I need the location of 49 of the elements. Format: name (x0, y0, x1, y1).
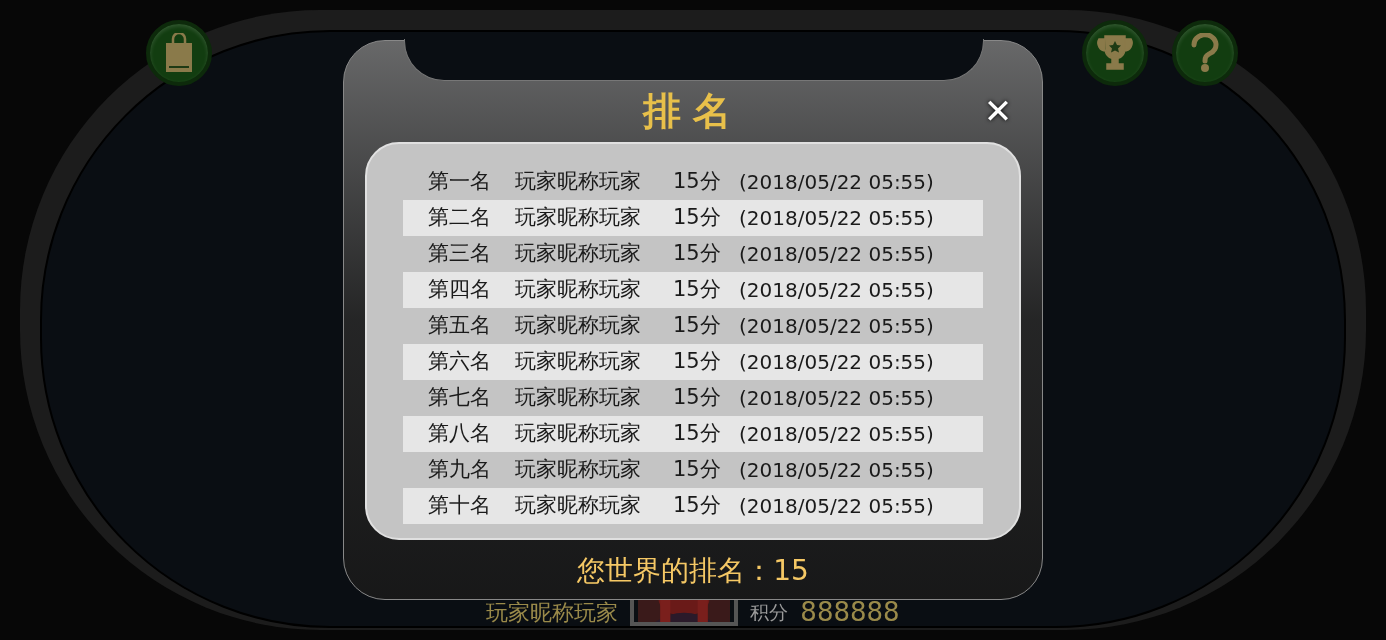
timestamp: (2018/05/22 05:55) (739, 493, 934, 520)
score-text: 15分 (673, 240, 722, 268)
rank-label: 第九名 (428, 456, 492, 484)
score-value: 888888 (800, 599, 900, 626)
rank-label: 第六名 (428, 348, 492, 376)
rank-label: 第一名 (428, 168, 492, 196)
player-name: 玩家昵称玩家 (515, 384, 642, 412)
score-text: 15分 (673, 456, 722, 484)
player-name: 玩家昵称玩家 (515, 276, 642, 304)
timestamp: (2018/05/22 05:55) (739, 241, 934, 268)
player-name: 玩家昵称玩家 (486, 599, 619, 626)
timestamp: (2018/05/22 05:55) (739, 385, 934, 412)
score-text: 15分 (673, 420, 722, 448)
player-name: 玩家昵称玩家 (515, 312, 642, 340)
timestamp: (2018/05/22 05:55) (739, 313, 934, 340)
player-name: 玩家昵称玩家 (515, 204, 642, 232)
player-name: 玩家昵称玩家 (515, 420, 642, 448)
score-text: 15分 (673, 204, 722, 232)
score-label: 积分 (750, 600, 789, 625)
score-text: 15分 (673, 348, 722, 376)
rank-label: 第八名 (428, 420, 492, 448)
player-name: 玩家昵称玩家 (515, 240, 642, 268)
score-text: 15分 (673, 492, 722, 520)
help-icon (1189, 33, 1221, 73)
close-button[interactable]: ✕ (978, 91, 1018, 131)
rank-label: 第三名 (428, 240, 492, 268)
timestamp: (2018/05/22 05:55) (739, 421, 934, 448)
trophy-icon (1095, 33, 1135, 73)
rank-label: 第二名 (428, 204, 492, 232)
score-text: 15分 (673, 312, 722, 340)
player-name: 玩家昵称玩家 (515, 168, 642, 196)
timestamp: (2018/05/22 05:55) (739, 349, 934, 376)
my-rank-text: 您世界的排名：15 (577, 553, 809, 589)
timestamp: (2018/05/22 05:55) (739, 457, 934, 484)
timestamp: (2018/05/22 05:55) (739, 169, 934, 196)
player-name: 玩家昵称玩家 (515, 492, 642, 520)
player-name: 玩家昵称玩家 (515, 348, 642, 376)
score-text: 15分 (673, 276, 722, 304)
timestamp: (2018/05/22 05:55) (739, 205, 934, 232)
score-text: 15分 (673, 384, 722, 412)
shopping-bag-icon (164, 33, 194, 73)
dialog-title: 排名 (643, 88, 743, 135)
rank-label: 第七名 (428, 384, 492, 412)
score-text: 15分 (673, 168, 722, 196)
rank-label: 第十名 (428, 492, 492, 520)
rank-label: 第五名 (428, 312, 492, 340)
player-name: 玩家昵称玩家 (515, 456, 642, 484)
timestamp: (2018/05/22 05:55) (739, 277, 934, 304)
rank-label: 第四名 (428, 276, 492, 304)
